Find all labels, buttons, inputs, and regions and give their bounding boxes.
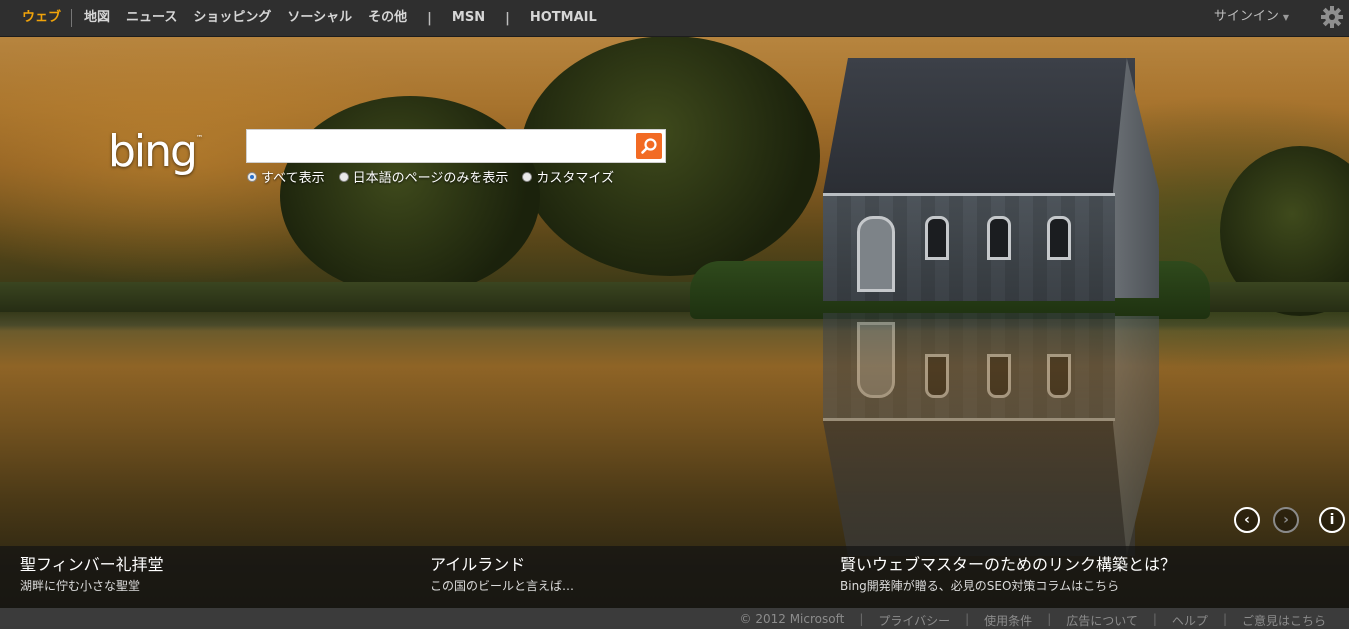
caption-title[interactable]: 賢いウェブマスターのためのリンク構築とは？	[840, 554, 1176, 576]
nav-maps[interactable]: 地図	[76, 0, 118, 36]
footer-links: © 2012 Microsoft | プライバシー | 使用条件 | 広告につい…	[731, 612, 1335, 629]
gear-icon[interactable]	[1321, 6, 1343, 28]
logo-text: bing	[108, 126, 198, 177]
caption-1[interactable]: 聖フィンバー礼拝堂 湖畔に佇む小さな聖堂	[20, 554, 164, 596]
scope-customize-label: カスタマイズ	[536, 171, 614, 186]
signin-label: サインイン	[1213, 9, 1279, 24]
footer: © 2012 Microsoft | プライバシー | 使用条件 | 広告につい…	[0, 608, 1349, 629]
footer-separator: |	[1222, 612, 1227, 626]
footer-separator: |	[1152, 612, 1157, 626]
logo-tm: ™	[195, 134, 203, 142]
chevron-left-icon: ‹	[1244, 512, 1250, 528]
chevron-down-icon: ▼	[1282, 13, 1289, 22]
radio-button[interactable]	[247, 171, 257, 182]
search-button[interactable]	[636, 133, 662, 159]
footer-feedback[interactable]: ご意見はこちら	[1233, 612, 1335, 629]
footer-separator: |	[1047, 612, 1052, 626]
copyright: © 2012 Microsoft	[739, 612, 845, 626]
scope-all[interactable]: すべて表示	[247, 167, 325, 186]
nav-more[interactable]: その他	[360, 0, 415, 36]
nav-links: ウェブ 地図 ニュース ショッピング ソーシャル その他 | MSN | HOT…	[14, 0, 605, 36]
next-image-button[interactable]: ›	[1273, 507, 1299, 533]
nav-shopping[interactable]: ショッピング	[185, 0, 279, 36]
caption-subtitle[interactable]: Bing開発陣が贈る、必見のSEO対策コラムはこちら	[840, 576, 1176, 596]
footer-separator: |	[965, 612, 970, 626]
footer-advertise[interactable]: 広告について	[1057, 612, 1147, 629]
caption-subtitle[interactable]: この国のビールと言えば…	[430, 576, 574, 596]
bing-logo[interactable]: bing™	[108, 126, 203, 177]
caption-strip: 聖フィンバー礼拝堂 湖畔に佇む小さな聖堂 アイルランド この国のビールと言えば……	[0, 546, 1349, 608]
footer-terms[interactable]: 使用条件	[975, 612, 1041, 629]
radio-button[interactable]	[522, 171, 533, 182]
search-input[interactable]	[247, 130, 633, 162]
nav-news[interactable]: ニュース	[118, 0, 185, 36]
background-image	[0, 36, 1349, 626]
signin-link[interactable]: サインイン ▼	[1214, 0, 1289, 35]
search-icon	[641, 138, 657, 154]
caption-subtitle[interactable]: 湖畔に佇む小さな聖堂	[20, 576, 164, 596]
nav-separator: |	[427, 10, 432, 26]
scope-all-label: すべて表示	[261, 171, 325, 186]
nav-web[interactable]: ウェブ	[14, 9, 73, 27]
search-scope-options: すべて表示 日本語のページのみを表示 カスタマイズ	[247, 167, 614, 186]
nav-social[interactable]: ソーシャル	[279, 0, 360, 36]
caption-title[interactable]: 聖フィンバー礼拝堂	[20, 554, 164, 576]
info-icon: i	[1329, 512, 1335, 528]
caption-3[interactable]: 賢いウェブマスターのためのリンク構築とは？ Bing開発陣が贈る、必見のSEO対…	[840, 554, 1176, 596]
tree-cluster	[280, 96, 540, 296]
nav-msn[interactable]: MSN	[444, 0, 493, 36]
church	[823, 58, 1159, 301]
top-nav-bar: ウェブ 地図 ニュース ショッピング ソーシャル その他 | MSN | HOT…	[0, 0, 1349, 37]
church-reflection	[823, 313, 1159, 556]
search-box	[246, 129, 666, 163]
scope-japanese-label: 日本語のページのみを表示	[352, 171, 509, 186]
footer-separator: |	[859, 612, 864, 626]
radio-button[interactable]	[338, 171, 349, 182]
nav-separator: |	[505, 10, 510, 26]
scope-customize[interactable]: カスタマイズ	[522, 167, 614, 186]
scope-japanese-only[interactable]: 日本語のページのみを表示	[338, 167, 509, 186]
footer-help[interactable]: ヘルプ	[1163, 612, 1217, 629]
image-info-button[interactable]: i	[1319, 507, 1345, 533]
nav-hotmail[interactable]: HOTMAIL	[522, 0, 605, 36]
caption-2[interactable]: アイルランド この国のビールと言えば…	[430, 554, 574, 596]
caption-title[interactable]: アイルランド	[430, 554, 574, 576]
footer-privacy[interactable]: プライバシー	[869, 612, 959, 629]
previous-image-button[interactable]: ‹	[1234, 507, 1260, 533]
chevron-right-icon: ›	[1283, 512, 1289, 528]
